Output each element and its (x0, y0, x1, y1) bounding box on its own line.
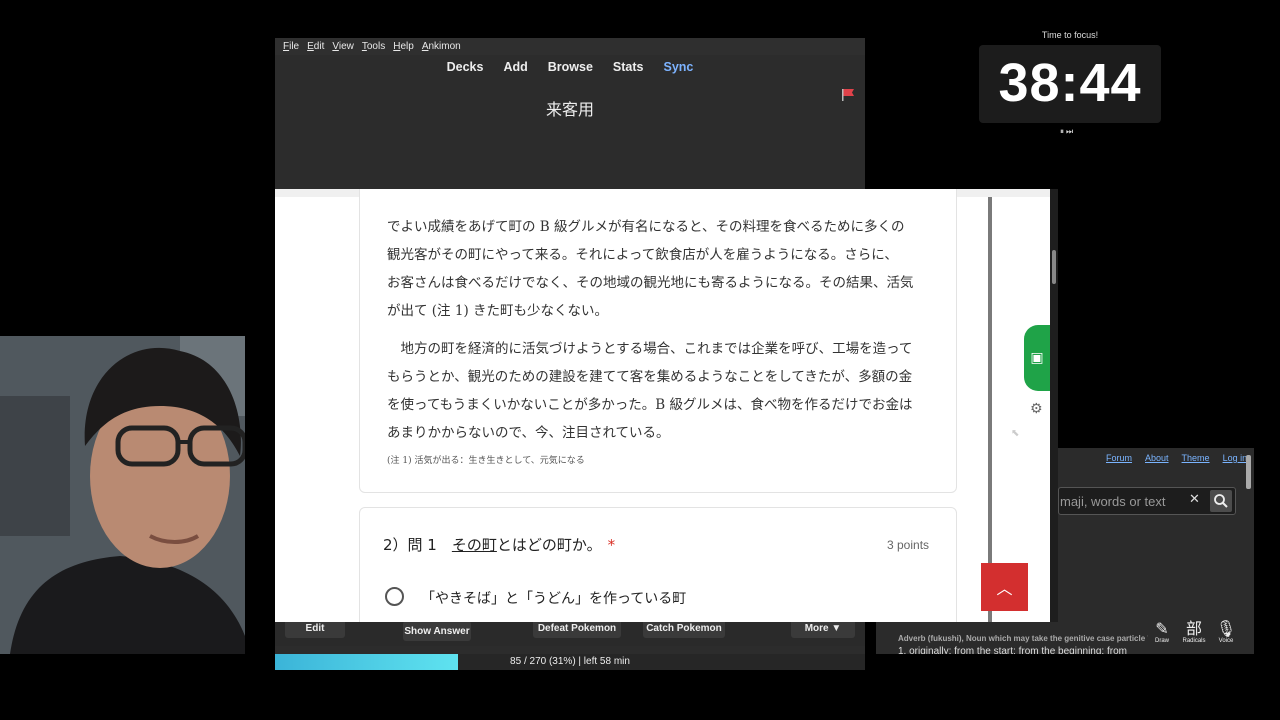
passage-line: あまりかからないので、今、注目されている。 (387, 425, 670, 441)
passage-line: でよい成績をあげて町の B 級グルメが有名になると、その料理を食べるために多くの (387, 219, 905, 235)
deck-title: 来客用 (545, 100, 594, 119)
question-text: 2）問 1 その町とはどの町か。 * (383, 534, 615, 555)
radical-icon: 部 (1185, 619, 1202, 638)
close-icon[interactable]: ✕ (1189, 492, 1200, 507)
option-radio[interactable] (385, 587, 404, 606)
definition-line: 1. originally; from the start; from the … (898, 646, 1127, 654)
nav-about[interactable]: About (1145, 453, 1169, 463)
passage-line: 観光客がその町にやって来る。それによって飲食店が人を雇うようになる。さらに、 (387, 247, 898, 263)
nav-sync[interactable]: Sync (664, 60, 694, 74)
search-input[interactable] (1060, 489, 1186, 513)
robot-icon: ▣ (1030, 350, 1044, 366)
progress-text: 85 / 270 (31%) | left 58 min (510, 656, 630, 667)
passage-line: お客さんは食べるだけでなく、その地域の観光地にも寄るようになる。その結果、活気 (387, 275, 914, 291)
menu-ankimon[interactable]: Ankimon (422, 41, 461, 52)
scroll-to-top-button[interactable]: ︿ (981, 563, 1028, 611)
question-rest: とはどの町か。 (496, 536, 602, 554)
show-answer-button[interactable]: Show Answer (403, 621, 471, 641)
draw-label: Draw (1154, 638, 1169, 644)
passage-line: 地方の町を経済的に活気づけようとする場合、これまでは企業を呼び、工場を造って (387, 341, 913, 357)
question-prefix: 2）問 1 (383, 536, 452, 554)
timer-label: Time to focus! (1041, 30, 1099, 40)
passage-line: が出て (注 1) きた町も少なくない。 (387, 303, 608, 319)
radicals-label: Radicals (1182, 638, 1206, 644)
voice-tool[interactable]: 🎙 Voice (1214, 619, 1238, 645)
mouse-cursor-icon: ⬉ (1011, 428, 1020, 439)
pencil-icon: ✎ (1155, 619, 1169, 638)
menu-help[interactable]: Help (393, 41, 414, 52)
option-label[interactable]: 「やきそば」と「うどん」を作っている町 (421, 588, 686, 608)
passage-cutoff-line (387, 191, 927, 213)
draw-tool[interactable]: ✎ Draw (1150, 619, 1174, 645)
nav-browse[interactable]: Browse (548, 60, 593, 74)
passage-line: を使ってもうまくいかないことが多かった。B 級グルメは、食べ物を作るだけでお金は (387, 397, 913, 413)
search-button[interactable] (1210, 490, 1232, 512)
nav-theme[interactable]: Theme (1182, 453, 1210, 463)
browser-scrollbar-thumb[interactable] (1052, 250, 1056, 284)
menu-edit[interactable]: Edit (307, 41, 324, 52)
microphone-icon: 🎙 (1215, 619, 1237, 638)
assistant-tab[interactable]: ▣ (1024, 325, 1050, 391)
menu-tools[interactable]: Tools (362, 41, 385, 52)
points-label: 3 points (887, 538, 930, 552)
main-toolbar: Decks Add Browse Stats Sync (275, 55, 865, 79)
timer-controls[interactable]: ⏸⏭ (1060, 127, 1075, 137)
menu-view[interactable]: View (332, 41, 354, 52)
footnote: (注 1) 活気が出る：生き生きとして、元気になる (387, 456, 585, 466)
required-asterisk: * (607, 536, 616, 554)
dictionary-nav: Forum About Theme Log in (1106, 453, 1247, 463)
menu-bar: File Edit View Tools Help Ankimon (275, 38, 865, 55)
passage-line: もらうとか、観光のための建設を建てて客を集めるようなことをしてきたが、多額の金 (387, 369, 913, 385)
nav-decks[interactable]: Decks (447, 60, 484, 74)
radicals-tool[interactable]: 部 Radicals (1182, 619, 1206, 645)
person-image (0, 336, 245, 654)
form-scrollbar[interactable] (988, 197, 992, 622)
question-underlined: その町 (451, 536, 497, 554)
form-window: でよい成績をあげて町の B 級グルメが有名になると、その料理を食べるために多くの… (275, 189, 1050, 622)
menu-file[interactable]: File (283, 41, 299, 52)
webcam-feed (0, 336, 245, 654)
nav-stats[interactable]: Stats (613, 60, 644, 74)
flag-icon[interactable] (841, 88, 855, 102)
dictionary-scrollbar[interactable] (1246, 455, 1251, 489)
voice-label: Voice (1218, 638, 1234, 644)
nav-forum[interactable]: Forum (1106, 453, 1132, 463)
definition-head: Adverb (fukushi), Noun which may take th… (898, 634, 1148, 643)
timer-value: 38:44 (998, 53, 1142, 113)
chevron-up-icon: ︿ (996, 579, 1013, 598)
passage-text: でよい成績をあげて町の B 級グルメが有名になると、その料理を食べるために多くの… (387, 191, 927, 466)
nav-add[interactable]: Add (503, 60, 527, 74)
nav-login[interactable]: Log in (1223, 453, 1248, 463)
search-icon (1214, 494, 1228, 508)
gear-icon[interactable]: ⚙ (1030, 401, 1043, 417)
input-tools: ✎ Draw 部 Radicals 🎙 Voice (1150, 619, 1238, 645)
